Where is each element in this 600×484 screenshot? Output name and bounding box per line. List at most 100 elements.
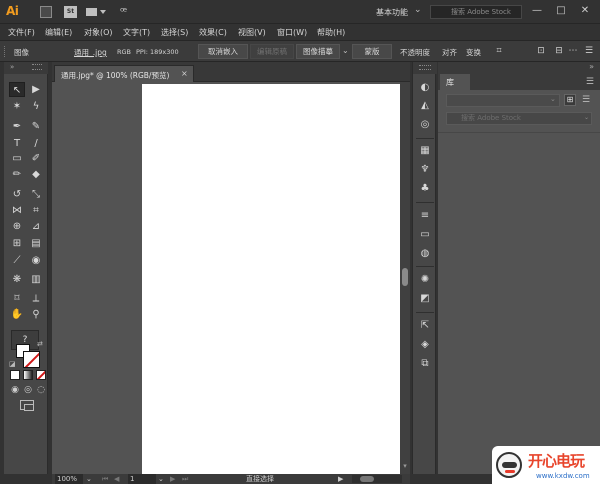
control-bar-grip[interactable] [4,46,7,57]
last-artboard-icon[interactable]: ⏭ [182,474,188,484]
scale-tool-icon[interactable]: ⤡ [28,187,44,202]
artboard-canvas[interactable] [142,84,400,474]
control-bar-menu-icon[interactable]: ☰ [584,46,594,56]
shaper-tool-icon[interactable]: ✏ [9,167,25,182]
artboard-number-field[interactable]: 1 [128,474,156,484]
symbol-sprayer-tool-icon[interactable]: ❋ [9,272,25,287]
align-link[interactable]: 对齐 [442,47,457,58]
color-panel-icon[interactable]: ◭ [417,98,433,113]
edit-original-button[interactable]: 编辑原稿 [250,44,294,59]
swatches-panel-icon[interactable]: ▦ [417,143,433,158]
menu-effect[interactable]: 效果(C) [199,27,227,38]
perspective-grid-tool-icon[interactable]: ⊿ [28,219,44,234]
menu-help[interactable]: 帮助(H) [317,27,345,38]
direct-selection-tool-icon[interactable]: ▶ [28,82,44,97]
chevron-down-icon[interactable]: ⌄ [414,5,422,15]
rectangle-tool-icon[interactable]: ▭ [9,151,25,166]
maximize-button[interactable]: □ [554,4,568,18]
menu-select[interactable]: 选择(S) [161,27,188,38]
arrange-documents-icon[interactable] [86,6,108,18]
zoom-level-field[interactable]: 100% [55,474,83,484]
scrollbar-thumb[interactable] [402,268,408,286]
panel-menu-icon[interactable]: ☰ [586,77,594,87]
selection-tool-icon[interactable]: ↖ [9,82,25,97]
gradient-mode-button[interactable] [23,370,33,380]
artboards-panel-icon[interactable]: ⧉ [417,356,433,371]
shape-builder-tool-icon[interactable]: ⊕ [9,219,25,234]
graphic-styles-panel-icon[interactable]: ✺ [417,272,433,287]
linked-filename[interactable]: 通用_.jpg [74,47,107,58]
gpu-performance-icon[interactable]: ꟹ [120,6,134,18]
document-tab[interactable]: 通用.jpg* @ 100% (RGB/预览) × [54,65,194,82]
menu-window[interactable]: 窗口(W) [277,27,307,38]
opacity-link[interactable]: 不透明度 [400,47,430,58]
minimize-button[interactable]: — [530,4,544,18]
paintbrush-tool-icon[interactable]: ✐ [28,151,44,166]
previous-artboard-icon[interactable]: ◀ [114,474,119,484]
tools-panel-header[interactable]: » [4,62,48,74]
magic-wand-tool-icon[interactable]: ✶ [9,99,25,114]
free-transform-tool-icon[interactable]: ⌗ [28,203,44,218]
hand-tool-icon[interactable]: ✋ [9,307,25,322]
menu-type[interactable]: 文字(T) [123,27,150,38]
slice-tool-icon[interactable]: ⟂ [28,291,44,306]
image-trace-chevron-icon[interactable]: ⌄ [342,46,349,55]
zoom-chevron-icon[interactable]: ⌄ [86,474,92,484]
rotate-tool-icon[interactable]: ↺ [9,187,25,202]
unembed-button[interactable]: 取消嵌入 [198,44,248,59]
close-button[interactable]: ✕ [578,4,592,18]
eyedropper-tool-icon[interactable]: ⟋ [9,253,25,268]
grid-view-button[interactable]: ⊞ [564,94,576,106]
artboard-chevron-icon[interactable]: ⌄ [158,474,164,484]
blend-tool-icon[interactable]: ◉ [28,253,44,268]
menu-file[interactable]: 文件(F) [8,27,35,38]
mesh-tool-icon[interactable]: ⊞ [9,236,25,251]
list-view-button[interactable]: ☰ [580,94,592,106]
draw-behind-icon[interactable]: ◎ [23,385,33,395]
collapse-panel-icon[interactable]: » [589,62,594,71]
gradient-panel-icon[interactable]: ▭ [417,227,433,242]
workspace-switcher[interactable]: 基本功能 [376,7,408,18]
line-segment-tool-icon[interactable]: / [28,136,44,151]
layers-panel-icon[interactable]: ◈ [417,337,433,352]
image-trace-panel-icon[interactable]: ◩ [417,291,433,306]
draw-normal-icon[interactable]: ◉ [10,385,20,395]
stroke-panel-icon[interactable]: ≡ [417,208,433,223]
screen-mode-icon[interactable] [20,400,34,411]
stock-icon[interactable]: St [64,6,77,18]
eraser-tool-icon[interactable]: ◆ [28,167,44,182]
isolate-object-icon[interactable]: ⊡ [536,46,546,56]
pen-tool-icon[interactable]: ✒ [9,119,25,134]
scrollbar-thumb[interactable] [360,476,374,482]
image-trace-button[interactable]: 图像描摹 [296,44,340,59]
transform-link[interactable]: 变换 [466,47,481,58]
menu-edit[interactable]: 编辑(E) [45,27,72,38]
library-search-input[interactable]: 搜索 Adobe Stock [446,112,592,125]
width-tool-icon[interactable]: ⋈ [9,203,25,218]
export-panel-icon[interactable]: ⇱ [417,318,433,333]
vertical-scrollbar[interactable]: ▾ [400,82,410,474]
crop-image-icon[interactable]: ⌗ [494,46,504,56]
dock-header[interactable] [413,62,437,74]
type-tool-icon[interactable]: T [9,136,25,151]
artboard-tool-icon[interactable]: ⌑ [9,291,25,306]
menu-view[interactable]: 视图(V) [238,27,266,38]
symbols-panel-icon[interactable]: ♣ [417,181,433,196]
mask-button[interactable]: 蒙版 [352,44,392,59]
none-mode-button[interactable] [36,370,46,380]
curvature-tool-icon[interactable]: ✎ [28,119,44,134]
bridge-icon[interactable] [40,6,52,18]
menu-object[interactable]: 对象(O) [84,27,113,38]
default-fill-stroke-icon[interactable]: ◪ [9,360,16,368]
next-artboard-icon[interactable]: ▶ [170,474,175,484]
tab-libraries[interactable]: 库 [440,74,470,90]
search-scope-chevron-icon[interactable]: ⌄ [584,114,589,121]
close-icon[interactable]: × [181,69,188,78]
swap-fill-stroke-icon[interactable]: ⇄ [37,340,43,348]
draw-inside-icon[interactable]: ◌ [36,385,46,395]
current-tool-status[interactable]: 直接选择 [246,474,274,484]
chevron-down-icon[interactable]: ⌄ [550,95,556,103]
transparency-panel-icon[interactable]: ◍ [417,246,433,261]
column-graph-tool-icon[interactable]: ▥ [28,272,44,287]
appearance-panel-icon[interactable]: ◎ [417,117,433,132]
